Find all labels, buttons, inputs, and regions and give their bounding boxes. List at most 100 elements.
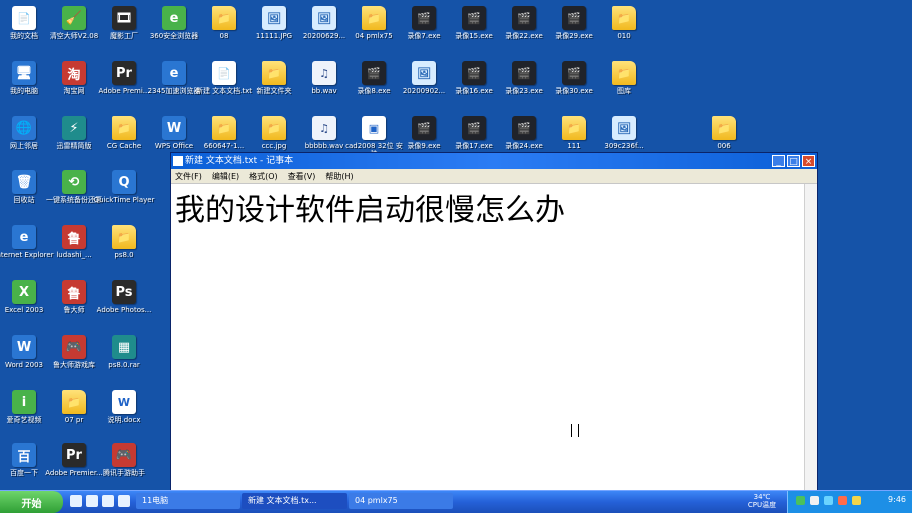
adobe-premiere-icon: Pr (62, 443, 86, 467)
desktop-icon-label: Adobe Photos... (96, 306, 152, 314)
tray-security-icon[interactable] (796, 496, 805, 505)
desktop-icon-label: 309c236f... (604, 142, 644, 150)
taskbar-item-computer[interactable]: 11电脑 (136, 493, 240, 509)
clock: 9:46 (888, 495, 906, 504)
video-icon: 🎬 (362, 61, 386, 85)
adobe-premiere-icon: Pr (112, 61, 136, 85)
start-button[interactable]: 开始 (0, 491, 63, 513)
desktop-icon[interactable]: Q QuickTime Player (94, 170, 154, 204)
folder-icon: 📁 (212, 6, 236, 30)
recycle-bin-icon: 🗑 (12, 170, 36, 194)
video-icon: 🎬 (462, 61, 486, 85)
tray-sync-icon[interactable] (824, 496, 833, 505)
desktop-icon-label: ps8.0 (114, 251, 134, 259)
tray-network-icon[interactable] (810, 496, 819, 505)
folder-icon: 📁 (362, 6, 386, 30)
ludashi-icon: 鲁 (62, 280, 86, 304)
rar-icon: ▦ (112, 335, 136, 359)
ie-icon: e (12, 225, 36, 249)
game-library-icon: 🎮 (62, 335, 86, 359)
tray-volume-icon[interactable] (852, 496, 861, 505)
desktop-icon[interactable]: 🖼 309c236f... (598, 116, 650, 150)
browser2-icon: e (162, 61, 186, 85)
window-title: 新建 文本文档.txt - 记事本 (185, 156, 294, 166)
wps-icon: W (162, 116, 186, 140)
taskbar-item-notepad[interactable]: 新建 文本文档.tx... (242, 493, 347, 509)
audio-file-icon: ♫ (312, 116, 336, 140)
menu-view[interactable]: 查看(V) (288, 171, 316, 182)
image-icon: 🖼 (262, 6, 286, 30)
video-icon: 🎬 (462, 6, 486, 30)
text-editor[interactable]: 我的设计软件启动很慢怎么办 (171, 184, 805, 491)
video-icon: 🎬 (412, 6, 436, 30)
desktop-icon-label: 010 (617, 32, 631, 40)
close-button[interactable]: × (802, 155, 815, 167)
iqiyi-icon: i (12, 390, 36, 414)
installer-icon: ▣ (362, 116, 386, 140)
excel-icon: X (12, 280, 36, 304)
video-icon: 🎬 (562, 6, 586, 30)
editor-text[interactable]: 我的设计软件启动很慢怎么办 (175, 185, 565, 229)
desktop-icon-label: 腾讯手游助手 (103, 469, 145, 477)
folder-icon: 📁 (112, 225, 136, 249)
folder-icon: 📁 (262, 116, 286, 140)
cpu-temp-label: CPU温度 (747, 501, 777, 509)
menu-format[interactable]: 格式(O) (249, 171, 278, 182)
menu-file[interactable]: 文件(F) (175, 171, 202, 182)
quicktime-icon: Q (112, 170, 136, 194)
text-cursor-icon (571, 424, 579, 437)
quick-launch-ie-icon[interactable] (70, 495, 82, 507)
desktop-icon[interactable]: ▦ ps8.0.rar (98, 335, 150, 369)
folder-icon: 📁 (62, 390, 86, 414)
video-icon: 🎬 (512, 6, 536, 30)
word-icon: W (12, 335, 36, 359)
video-icon: 🎬 (462, 116, 486, 140)
video-factory-icon: 🎞 (112, 6, 136, 30)
folder-icon: 📁 (262, 61, 286, 85)
doc-file-icon: W (112, 390, 136, 414)
desktop-icon[interactable]: 🎮 腾讯手游助手 (98, 443, 150, 477)
photoshop-icon: Ps (112, 280, 136, 304)
quick-launch-folder-icon[interactable] (118, 495, 130, 507)
desktop-icon-label: 说明.docx (107, 416, 141, 424)
image-icon: 🖼 (312, 6, 336, 30)
tray-app-icon[interactable] (838, 496, 847, 505)
desktop-icon-label: ps8.0.rar (108, 361, 140, 369)
menu-edit[interactable]: 编辑(E) (212, 171, 239, 182)
desktop-icon[interactable]: 📁 010 (598, 6, 650, 40)
window-titlebar[interactable]: 新建 文本文档.txt - 记事本 _ □ × (171, 153, 817, 169)
folder-icon: 📁 (712, 116, 736, 140)
minimize-button[interactable]: _ (772, 155, 785, 167)
text-file-icon: 📄 (212, 61, 236, 85)
folder-icon: 📁 (612, 6, 636, 30)
folder-icon: 📁 (612, 61, 636, 85)
tencent-game-icon: 🎮 (112, 443, 136, 467)
desktop-icon[interactable]: W 说明.docx (98, 390, 150, 424)
cleaner-icon: 🧹 (62, 6, 86, 30)
folder-icon: 📁 (212, 116, 236, 140)
thunder-icon: ⚡ (62, 116, 86, 140)
maximize-button[interactable]: □ (787, 155, 800, 167)
video-icon: 🎬 (512, 61, 536, 85)
taskbar: 开始 11电脑 新建 文本文档.tx... 04 pmlx75 34℃ CPU温… (0, 490, 912, 513)
menu-help[interactable]: 帮助(H) (325, 171, 353, 182)
folder-icon: 📁 (112, 116, 136, 140)
vertical-scrollbar[interactable] (804, 184, 817, 491)
quick-launch-app-icon[interactable] (86, 495, 98, 507)
desktop-icon[interactable]: 📁 006 (698, 116, 750, 150)
quick-launch-media-icon[interactable] (102, 495, 114, 507)
desktop-icon[interactable]: 📁 ps8.0 (98, 225, 150, 259)
video-icon: 🎬 (412, 116, 436, 140)
window-controls: _ □ × (772, 155, 815, 167)
computer-icon: 🖥 (12, 61, 36, 85)
image-icon: 🖼 (612, 116, 636, 140)
my-documents-icon: 📄 (12, 6, 36, 30)
cpu-temperature-status: 34℃ CPU温度 (738, 493, 786, 511)
folder-icon: 📁 (562, 116, 586, 140)
desktop-icon-label: 图库 (617, 87, 631, 95)
network-icon: 🌐 (12, 116, 36, 140)
taskbar-item-folder[interactable]: 04 pmlx75 (349, 493, 453, 509)
desktop-icon[interactable]: 📁 图库 (598, 61, 650, 95)
desktop-icon[interactable]: Ps Adobe Photos... (97, 280, 151, 314)
notepad-window[interactable]: 新建 文本文档.txt - 记事本 _ □ × 文件(F) 编辑(E) 格式(O… (170, 152, 818, 492)
